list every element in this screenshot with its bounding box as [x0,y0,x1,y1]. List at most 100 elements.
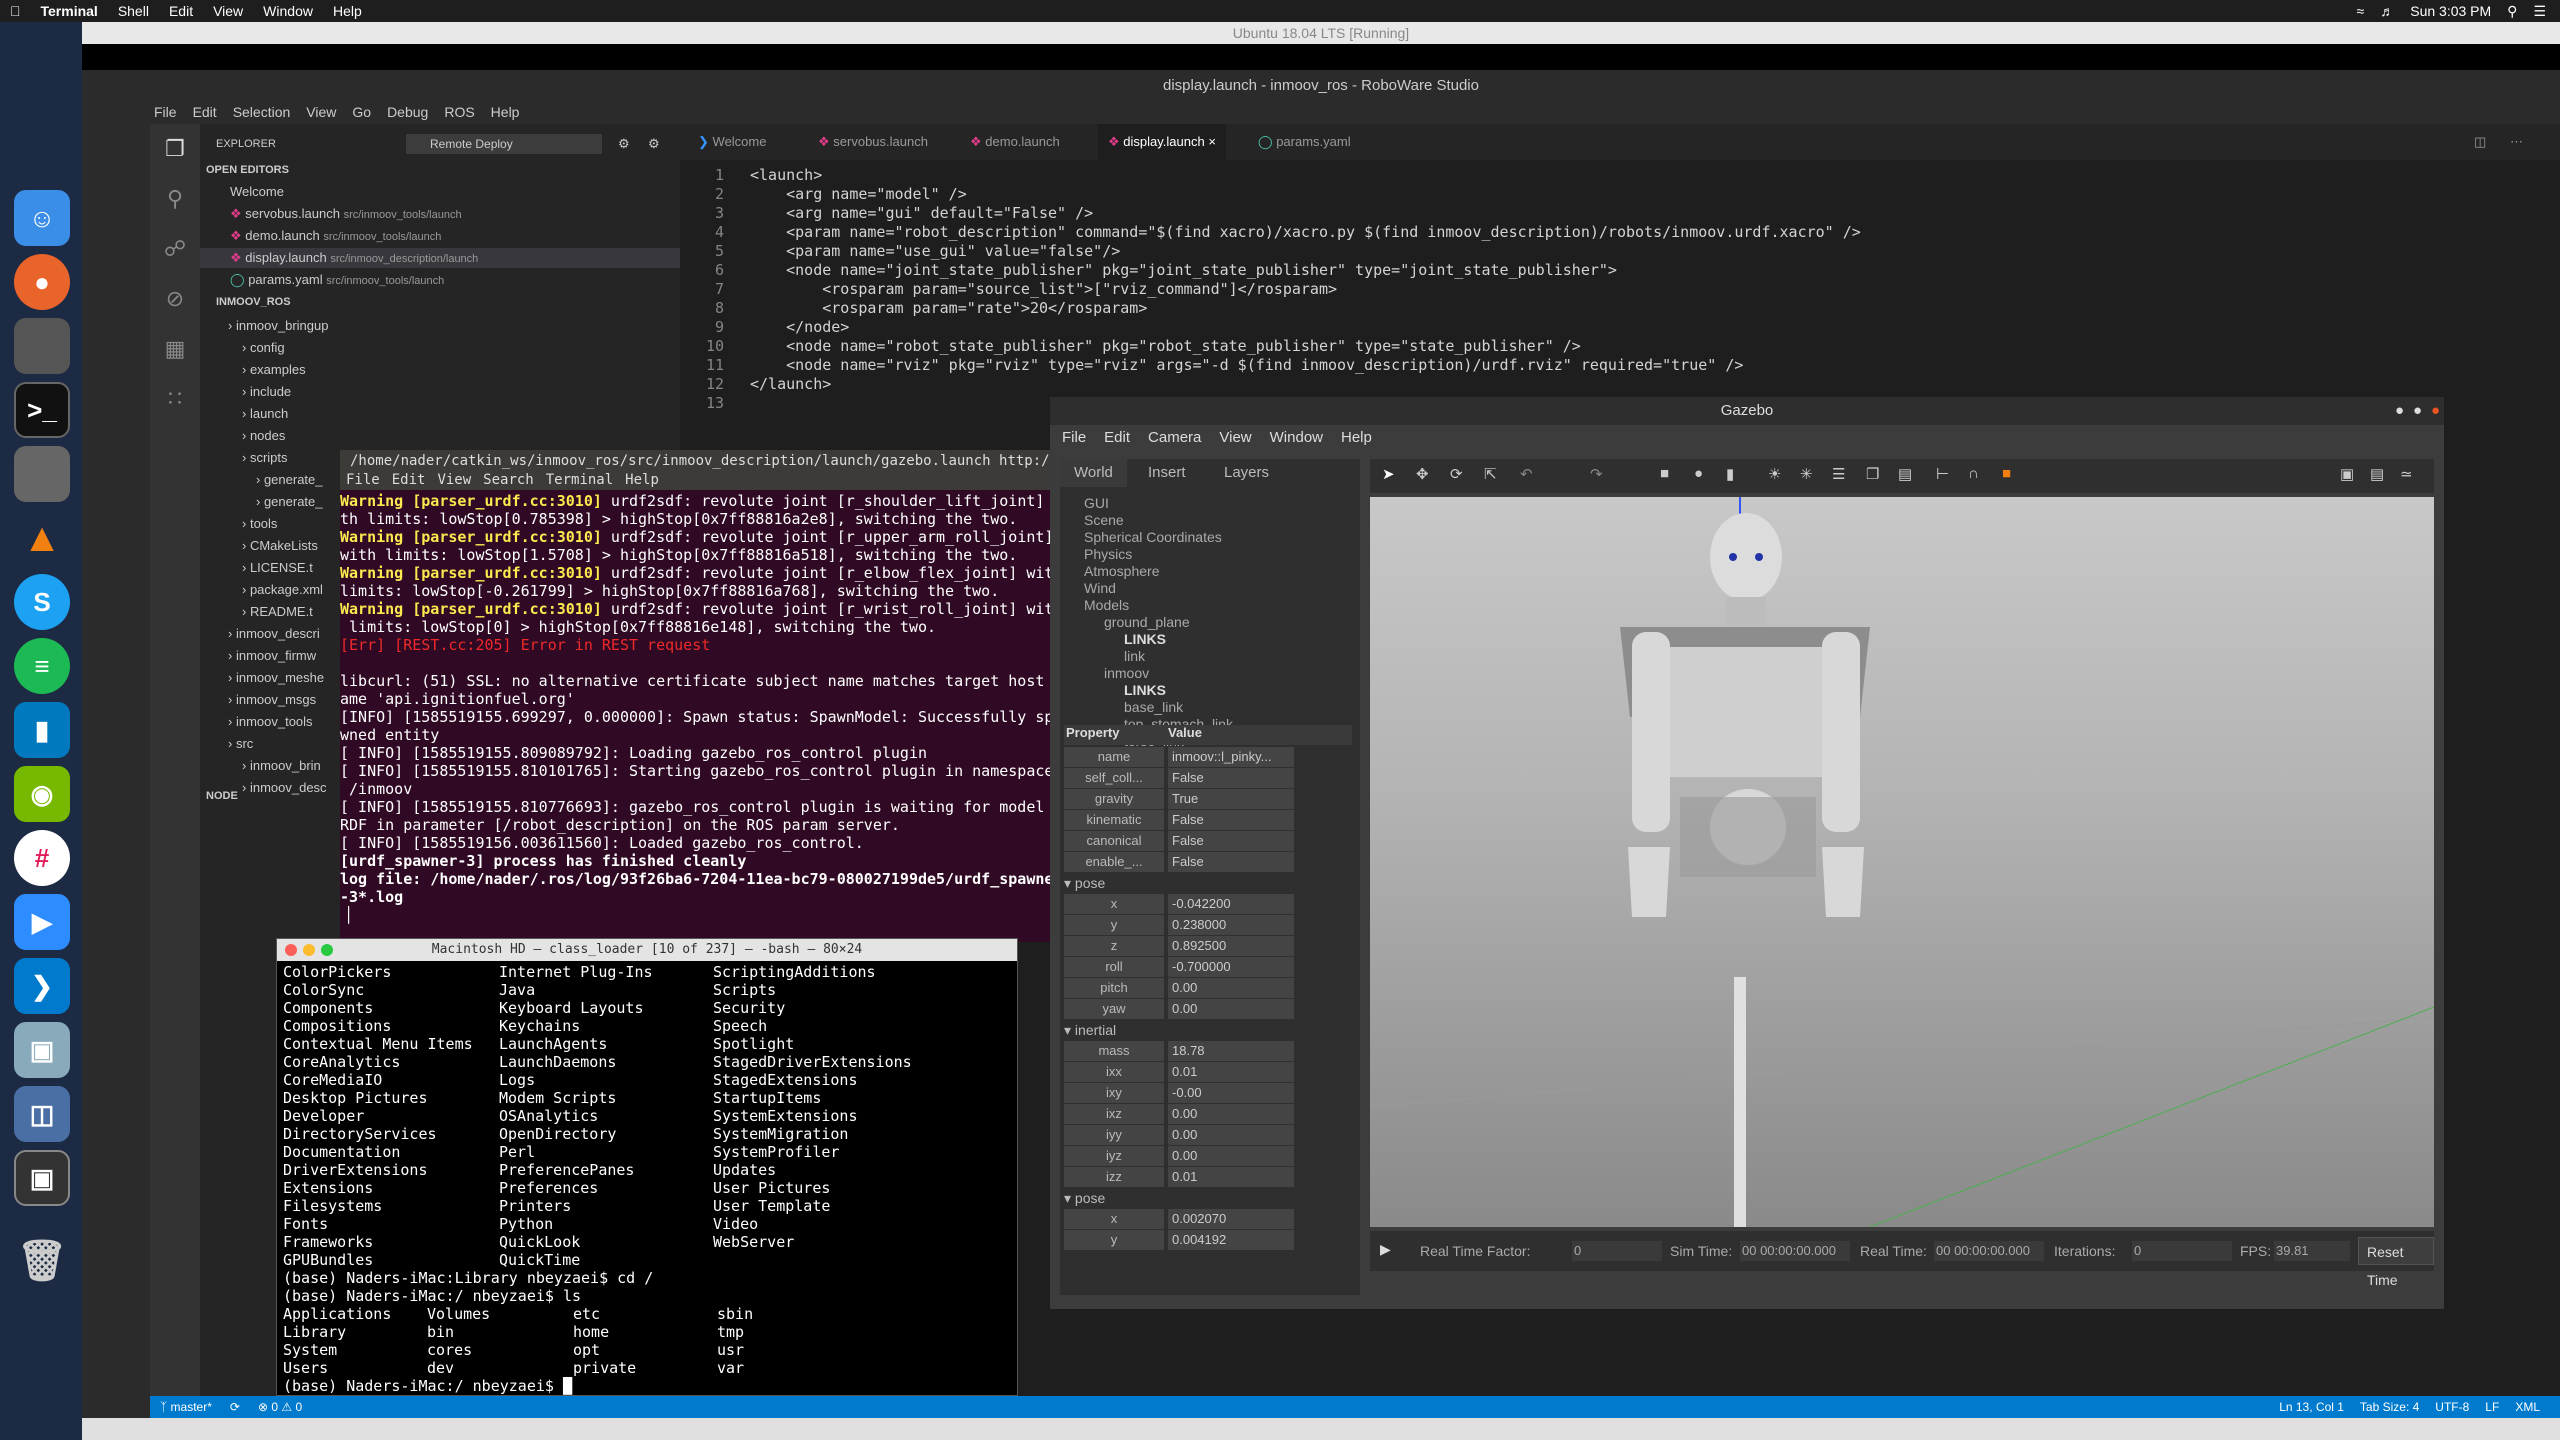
world-tree-item[interactable]: base_link [1124,699,1183,715]
close-icon[interactable]: × [1208,134,1216,149]
volume-icon[interactable]: ♬ [2380,3,2394,19]
property-row[interactable]: roll -0.700000 [1064,957,1352,977]
property-group[interactable]: ▾ pose [1064,873,1352,893]
property-value[interactable]: -0.700000 [1168,957,1294,977]
code-line[interactable]: <arg name="gui" default="False" /> [750,204,1093,222]
property-row[interactable]: name inmoov::l_pinky... [1064,747,1352,767]
minimize-button[interactable]: ● [2395,397,2404,425]
vscode-icon[interactable]: ❯ [14,958,70,1014]
translate-icon[interactable]: ✥ [1416,465,1429,483]
property-row[interactable]: self_coll... False [1064,768,1352,788]
pointlight-icon[interactable]: ☀ [1768,465,1781,483]
trash-icon[interactable]: 🗑 [14,1232,70,1288]
menu-go[interactable]: Go [352,104,371,120]
tree-item[interactable]: › inmoov_bringup [228,316,328,336]
tree-item[interactable]: › config [242,338,285,358]
eol[interactable]: LF [2485,1400,2499,1414]
skype-icon[interactable]: S [14,574,70,630]
property-value[interactable]: False [1168,852,1294,872]
terminal-icon[interactable]: >_ [14,382,70,438]
menubar-help[interactable]: Help [323,3,372,19]
deploy-select[interactable]: Remote Deploy [406,134,602,154]
tab-display[interactable]: ❖ display.launch × [1098,124,1226,160]
gz-menu-view[interactable]: View [1219,429,1251,446]
debug-icon[interactable]: ⊘ [162,286,188,312]
code-line[interactable]: <node name="rviz" pkg="rviz" type="rviz"… [750,356,1743,374]
mac-terminal[interactable]: Macintosh HD — class_loader [10 of 237] … [276,938,1018,1396]
code-line[interactable]: </node> [750,318,849,336]
property-row[interactable]: pitch 0.00 [1064,978,1352,998]
world-tree-item[interactable]: ground_plane [1104,614,1190,630]
property-value[interactable]: 0.00 [1168,1125,1294,1145]
tree-item[interactable]: › README.t [242,602,313,622]
open-file[interactable]: ◯ params.yaml src/inmoov_tools/launch [230,270,444,290]
node-header[interactable]: NODE [206,786,238,806]
property-row[interactable]: x 0.002070 [1064,1209,1352,1229]
tree-item[interactable]: › nodes [242,426,285,446]
tree-item[interactable]: › inmoov_firmw [228,646,316,666]
tab-demo[interactable]: ❖ demo.launch [960,124,1070,160]
menu-ros[interactable]: ROS [444,104,474,120]
gz-menu-camera[interactable]: Camera [1148,429,1201,446]
menu-icon[interactable]: ☰ [2533,3,2546,20]
property-row[interactable]: iyy 0.00 [1064,1125,1352,1145]
language[interactable]: XML [2515,1400,2540,1414]
tree-item[interactable]: › package.xml [242,580,323,600]
property-value[interactable]: 0.238000 [1168,915,1294,935]
code-line[interactable]: <param name="robot_description" command=… [750,223,1861,241]
log-icon[interactable]: ▤ [2370,465,2384,483]
tree-item[interactable]: › src [228,734,253,754]
spotlight-icon[interactable]: ✳ [1800,465,1813,483]
gz-menu-help[interactable]: Help [1341,429,1372,446]
scale-icon[interactable]: ⇱ [1484,465,1497,483]
snap-icon[interactable]: ∩ [1968,465,1979,482]
ubuntu-terminal[interactable]: /home/nader/catkin_ws/inmoov_ros/src/inm… [340,450,1052,942]
property-value[interactable]: False [1168,810,1294,830]
tab-welcome[interactable]: ❯ Welcome [688,124,776,160]
property-value[interactable]: 0.01 [1168,1062,1294,1082]
box-icon[interactable]: ■ [1660,465,1669,482]
undo-icon[interactable]: ↶ [1520,465,1533,483]
align-icon[interactable]: ⊢ [1936,465,1949,483]
zoom-icon[interactable]: ▶ [14,894,70,950]
wifi-icon[interactable]: ≈ [2357,3,2365,19]
tree-item[interactable]: › inmoov_brin [242,756,321,776]
tab-world[interactable]: World [1060,459,1127,487]
uterm-menu-view[interactable]: View [437,472,471,490]
search-icon[interactable]: ⚲ [2507,3,2517,20]
world-tree-item[interactable]: Scene [1084,512,1124,528]
property-value[interactable]: 0.004192 [1168,1230,1294,1250]
property-row[interactable]: x -0.042200 [1064,894,1352,914]
code-line[interactable]: <launch> [750,166,822,184]
gazebo-3d-view[interactable] [1369,497,2435,1228]
tree-item[interactable]: › include [242,382,291,402]
nvidia-icon[interactable]: ◉ [14,766,70,822]
world-tree-item[interactable]: inmoov [1104,665,1149,681]
property-row[interactable]: ixy -0.00 [1064,1083,1352,1103]
world-tree-item[interactable]: Physics [1084,546,1132,562]
uterm-menu-edit[interactable]: Edit [392,472,426,490]
slack-icon[interactable]: # [14,830,70,886]
code-line[interactable]: <node name="robot_state_publisher" pkg="… [750,337,1581,355]
plot-icon[interactable]: ≃ [2400,465,2413,483]
menu-file[interactable]: File [154,104,177,120]
menu-selection[interactable]: Selection [233,104,291,120]
more-icon[interactable]: ⋯ [2500,124,2533,160]
world-tree-item[interactable]: LINKS [1124,682,1166,698]
problems[interactable]: ⊗ 0 ⚠ 0 [258,1400,302,1414]
property-group[interactable]: ▾ pose [1064,1188,1352,1208]
open-file-active[interactable]: ❖ display.launch src/inmoov_description/… [200,248,680,268]
dirlight-icon[interactable]: ☰ [1832,465,1845,483]
project-header[interactable]: INMOOV_ROS [216,292,291,312]
property-row[interactable]: iyz 0.00 [1064,1146,1352,1166]
code-line[interactable]: </launch> [750,375,831,393]
prompt-line[interactable]: (base) Naders-iMac:/ nbeyzaei$ █ [277,1377,1017,1395]
trello-icon[interactable]: ▮ [14,702,70,758]
tab-insert[interactable]: Insert [1134,459,1200,487]
cursor-position[interactable]: Ln 13, Col 1 [2279,1400,2344,1414]
close-button[interactable] [285,944,297,956]
world-tree-item[interactable]: GUI [1084,495,1109,511]
app-icon[interactable] [14,446,70,502]
screenshot-icon[interactable]: ▣ [2340,465,2354,483]
property-value[interactable]: -0.042200 [1168,894,1294,914]
